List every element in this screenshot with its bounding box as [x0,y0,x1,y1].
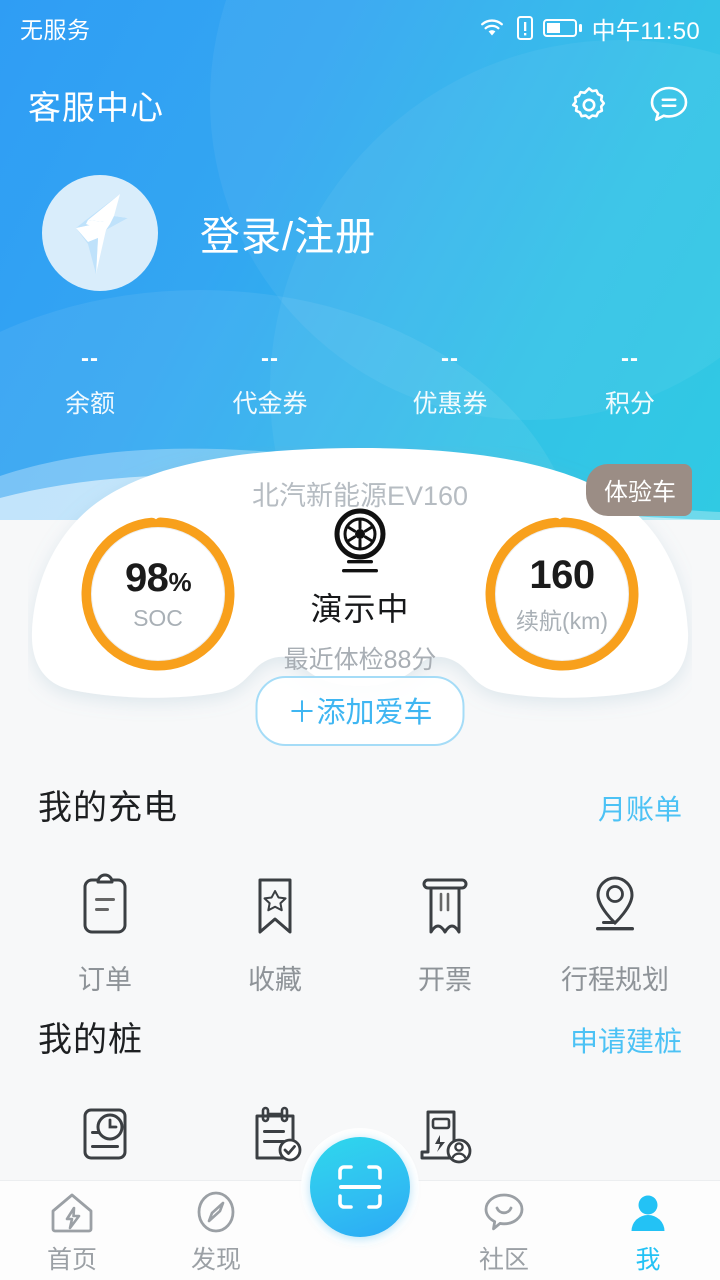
stat-value: -- [81,345,99,372]
stat-value: -- [621,345,639,372]
location-pin-icon [584,866,646,942]
soc-label: SOC [133,605,183,631]
nav-item-community[interactable]: 社区 [432,1181,576,1280]
invoice-icon [414,866,476,942]
grid-item-trip-planning[interactable]: 行程规划 [530,866,700,997]
wifi-icon [480,19,503,36]
section-title: 我的充电 [38,789,178,827]
stat-label: 积分 [604,390,655,418]
avatar[interactable] [42,174,158,291]
app-header: 客服中心 [0,60,720,150]
nav-item-discover[interactable]: 发现 [144,1181,288,1280]
section-title: 我的桩 [38,1021,143,1059]
grid-item-favorites[interactable]: 收藏 [190,866,360,997]
bookmark-star-icon [244,866,306,942]
stat-coupon[interactable]: -- 优惠券 [360,345,540,428]
add-car-button[interactable]: ＋添加爱车 [255,676,465,746]
checklist-check-icon [244,1098,306,1174]
stat-label: 代金券 [232,390,308,418]
gear-icon[interactable] [566,82,612,128]
vehicle-health-label: 最近体检88分 [283,646,437,674]
monthly-bill-link[interactable]: 月账单 [598,788,682,828]
charging-pile-user-icon [414,1098,476,1174]
grid-item-label: 订单 [78,965,132,995]
nav-label: 我 [635,1245,661,1274]
soc-value: 98% [124,556,192,600]
grid-item-label: 开票 [418,965,472,995]
vehicle-status-label: 演示中 [310,591,410,627]
community-chat-icon [484,1193,524,1230]
status-badge: 体验车 [586,464,692,516]
nav-label: 首页 [46,1245,97,1274]
home-lightning-icon [51,1193,93,1232]
nav-item-home[interactable]: 首页 [0,1181,144,1280]
soc-gauge: 98% SOC [78,514,238,674]
stat-voucher[interactable]: -- 代金券 [180,345,360,428]
brand-lightning-logo [76,193,128,274]
stat-balance[interactable]: -- 余额 [0,345,180,428]
range-label: 续航(km) [516,607,608,634]
status-bar: 无服务 中午11:50 [0,0,720,56]
grid-item-invoice[interactable]: 开票 [360,866,530,997]
clock-label: 中午11:50 [591,17,700,45]
stat-label: 余额 [64,390,115,418]
scan-fab-button[interactable] [301,1128,419,1246]
account-stats-row: -- 余额 -- 代金券 -- 优惠券 -- 积分 [0,345,720,428]
carrier-label: 无服务 [20,17,91,43]
grid-item-orders[interactable]: 订单 [20,866,190,997]
range-gauge: 160 续航(km) [482,514,642,674]
clock-document-icon [74,1098,136,1174]
grid-item-placeholder [530,1098,700,1190]
login-register-link[interactable]: 登录/注册 [200,204,376,262]
grid-item-label: 行程规划 [561,965,669,995]
battery-icon [542,19,582,37]
page-title: 客服中心 [28,89,164,126]
chat-bubble-icon[interactable] [646,82,692,128]
nav-item-profile[interactable]: 我 [576,1181,720,1280]
profile-row[interactable]: 登录/注册 [0,174,720,291]
grid-item-label: 收藏 [248,965,302,995]
stat-value: -- [441,345,459,372]
clipboard-icon [74,866,136,942]
stat-points[interactable]: -- 积分 [540,345,720,428]
stat-label: 优惠券 [412,390,488,418]
section-my-charging: 我的充电 月账单 订单 收藏 开票 行程规划 [0,780,720,997]
person-icon [631,1195,665,1231]
nav-label: 发现 [190,1245,241,1274]
range-value: 160 [529,552,595,597]
stat-value: -- [261,345,279,372]
grid-item-pile-history[interactable] [20,1098,190,1190]
compass-icon [197,1191,235,1232]
tire-wheel-icon [334,508,386,573]
apply-pile-link[interactable]: 申请建桩 [570,1020,682,1060]
scan-qr-icon [338,1165,382,1209]
sim-alert-icon [516,16,533,40]
nav-label: 社区 [478,1245,529,1274]
vehicle-center-info: 演示中 最近体检88分 [260,508,460,676]
vehicle-card[interactable]: 北汽新能源EV160 体验车 98% SOC 160 续航(km) 演示中 最近… [28,446,692,746]
